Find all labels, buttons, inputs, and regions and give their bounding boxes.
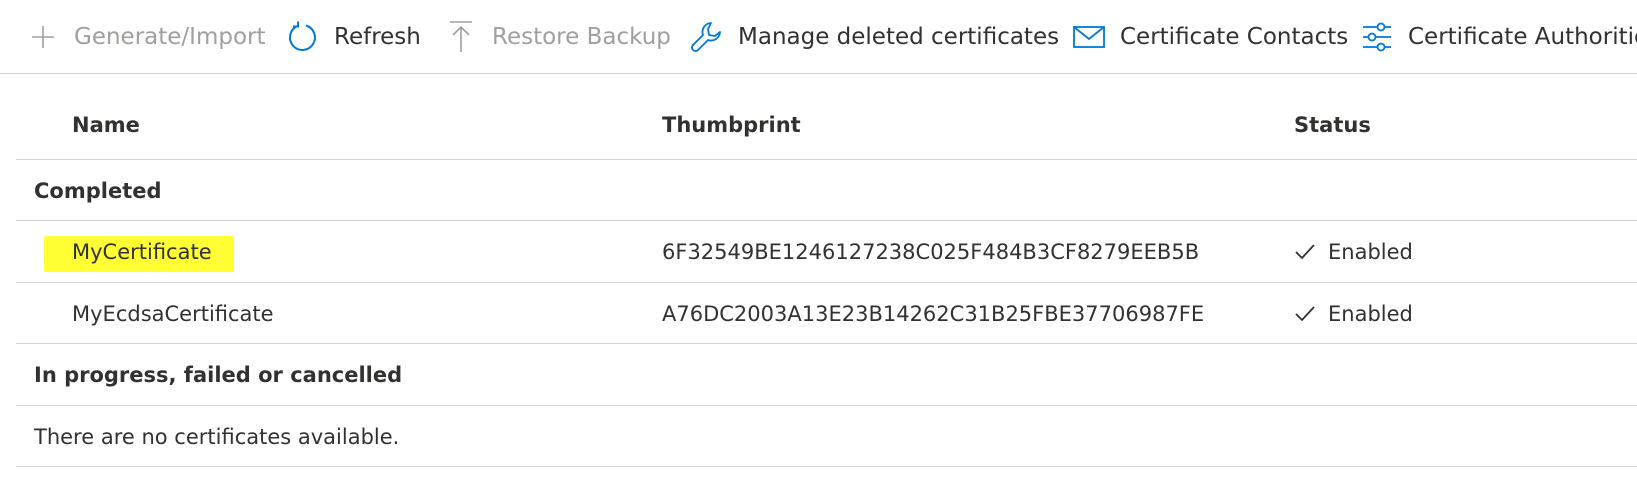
certificate-name[interactable]: MyEcdsaCertificate — [72, 302, 274, 326]
group-header-in-progress: In progress, failed or cancelled — [16, 344, 1637, 406]
certificate-name-link[interactable]: MyCertificate — [44, 236, 234, 272]
certificate-status: Enabled — [1294, 240, 1413, 264]
certificate-contacts-button[interactable]: Certificate Contacts — [1072, 0, 1349, 73]
table-row[interactable]: MyEcdsaCertificate A76DC2003A13E23B14262… — [16, 283, 1637, 344]
generate-import-button[interactable]: Generate/Import — [26, 0, 266, 73]
certificate-thumbprint: 6F32549BE1246127238C025F484B3CF8279EEB5B — [662, 240, 1200, 264]
checkmark-icon — [1294, 243, 1316, 261]
group-label: Completed — [34, 179, 162, 203]
table-row[interactable]: MyCertificate 6F32549BE1246127238C025F48… — [16, 221, 1637, 283]
certificate-status: Enabled — [1294, 302, 1413, 326]
group-label: In progress, failed or cancelled — [34, 363, 403, 387]
empty-message: There are no certificates available. — [34, 425, 400, 449]
sliders-icon — [1360, 20, 1394, 54]
restore-backup-label: Restore Backup — [492, 24, 671, 50]
refresh-button[interactable]: Refresh — [286, 0, 421, 73]
certificate-thumbprint: A76DC2003A13E23B14262C31B25FBE37706987FE — [662, 302, 1205, 326]
column-header-name[interactable]: Name — [72, 113, 140, 137]
plus-icon — [26, 20, 60, 54]
status-text: Enabled — [1328, 302, 1413, 326]
manage-deleted-label: Manage deleted certificates — [738, 24, 1060, 50]
column-header-thumbprint[interactable]: Thumbprint — [662, 113, 801, 137]
table-header: Name Thumbprint Status — [16, 74, 1637, 160]
column-header-status[interactable]: Status — [1294, 113, 1371, 137]
command-bar: Generate/Import Refresh Restore Backup M… — [0, 0, 1637, 74]
mail-icon — [1072, 20, 1106, 54]
wrench-icon — [690, 20, 724, 54]
group-header-completed: Completed — [16, 160, 1637, 221]
restore-backup-button[interactable]: Restore Backup — [444, 0, 671, 73]
certificate-authorities-button[interactable]: Certificate Authorities — [1360, 0, 1637, 73]
empty-state-row: There are no certificates available. — [16, 406, 1637, 467]
checkmark-icon — [1294, 305, 1316, 323]
certificate-authorities-label: Certificate Authorities — [1408, 24, 1637, 50]
manage-deleted-certificates-button[interactable]: Manage deleted certificates — [690, 0, 1060, 73]
certificate-contacts-label: Certificate Contacts — [1120, 24, 1349, 50]
status-text: Enabled — [1328, 240, 1413, 264]
refresh-label: Refresh — [334, 24, 421, 50]
certificate-name: MyCertificate — [44, 236, 234, 272]
upload-arrow-icon — [444, 20, 478, 54]
refresh-icon — [286, 20, 320, 54]
generate-import-label: Generate/Import — [74, 24, 266, 50]
